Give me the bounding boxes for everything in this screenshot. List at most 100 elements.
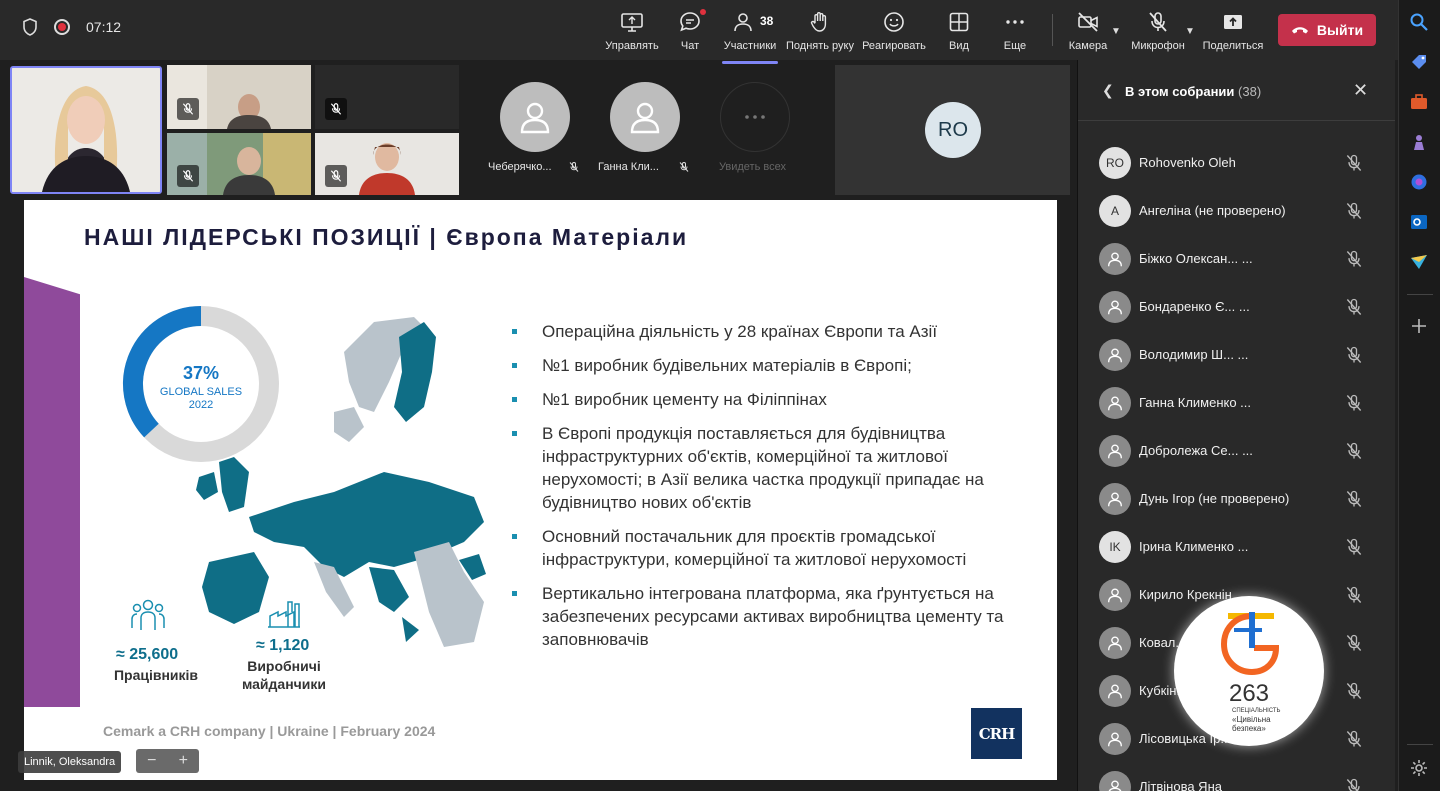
back-chevron-icon[interactable]: ❮ bbox=[1102, 82, 1114, 99]
outlook-icon[interactable] bbox=[1409, 212, 1429, 232]
participant-row[interactable]: RO Rohovenko Oleh bbox=[1078, 139, 1395, 187]
participant-row[interactable]: Дунь Ігор (не проверено) bbox=[1078, 475, 1395, 523]
factory-icon bbox=[268, 601, 300, 628]
person-avatar-icon bbox=[1099, 483, 1131, 515]
more-label: Еще bbox=[1003, 40, 1027, 52]
participant-row[interactable]: Біжко Олексан... ... bbox=[1078, 235, 1395, 283]
participant-video-tile-1[interactable] bbox=[167, 65, 311, 129]
mic-off-icon bbox=[330, 170, 342, 182]
settings-gear-icon[interactable] bbox=[1409, 758, 1429, 778]
zoom-out-button[interactable]: − bbox=[147, 752, 156, 770]
muted-badge bbox=[325, 165, 347, 187]
muted-badge bbox=[177, 165, 199, 187]
participant-row[interactable]: Ганна Клименко ... bbox=[1078, 379, 1395, 427]
mic-off-icon[interactable] bbox=[1344, 633, 1364, 653]
participant-row[interactable]: Бондаренко Є... ... bbox=[1078, 283, 1395, 331]
participant-row[interactable]: Володимир Ш... ... bbox=[1078, 331, 1395, 379]
share-screen-icon bbox=[621, 13, 643, 32]
person-avatar-icon bbox=[1099, 627, 1131, 659]
presenter-video-tile[interactable] bbox=[10, 66, 162, 194]
crh-logo: CRH bbox=[971, 708, 1022, 759]
tag-icon[interactable] bbox=[1409, 52, 1429, 72]
mic-off-icon bbox=[330, 103, 342, 115]
leave-button[interactable]: Выйти bbox=[1278, 14, 1376, 46]
mic-off-icon[interactable] bbox=[1344, 393, 1364, 413]
shield-icon[interactable] bbox=[22, 18, 38, 36]
mic-off-icon[interactable] bbox=[1344, 585, 1364, 605]
participant-name: Rohovenko Oleh bbox=[1139, 155, 1236, 170]
participant-avatar-2[interactable] bbox=[610, 82, 680, 152]
participants-label: Участники bbox=[723, 40, 777, 52]
copilot-icon[interactable] bbox=[1409, 172, 1429, 192]
mic-off-icon[interactable] bbox=[1344, 777, 1364, 791]
workers-label: Працівників bbox=[113, 667, 199, 683]
teams-meeting-window: 07:12 Управлять Чат 38 Участники Поднять… bbox=[0, 0, 1440, 791]
participant-row[interactable]: A Ангеліна (не проверено) bbox=[1078, 187, 1395, 235]
bullet-list: Операційна діяльність у 28 країнах Європ… bbox=[512, 320, 1032, 662]
share-button[interactable]: Поделиться bbox=[1199, 10, 1267, 52]
shared-slide: НАШІ ЛІДЕРСЬКІ ПОЗИЦІЇ | Європа Матеріал… bbox=[24, 200, 1057, 780]
briefcase-icon[interactable] bbox=[1409, 92, 1429, 112]
chat-notification-dot bbox=[700, 9, 706, 15]
participant-row[interactable]: Літвінова Яна bbox=[1078, 763, 1395, 791]
recording-icon bbox=[54, 19, 70, 35]
person-avatar-icon bbox=[1099, 723, 1131, 755]
camera-options-chevron-icon[interactable]: ▼ bbox=[1111, 26, 1121, 37]
see-all-button[interactable] bbox=[720, 82, 790, 152]
raise-hand-label: Поднять руку bbox=[786, 40, 854, 52]
mic-off-icon[interactable] bbox=[1344, 345, 1364, 365]
initials-avatar: A bbox=[1099, 195, 1131, 227]
zoom-control: − + bbox=[136, 749, 199, 773]
participant-name: Добролежа Се... ... bbox=[1139, 443, 1253, 458]
meeting-toolbar: 07:12 Управлять Чат 38 Участники Поднять… bbox=[0, 0, 1398, 64]
participants-button[interactable]: 38 Участники bbox=[716, 10, 784, 64]
participant-tile-ro[interactable]: RO bbox=[835, 65, 1070, 195]
participant-video-tile-4[interactable] bbox=[315, 133, 459, 195]
mic-off-icon[interactable] bbox=[1344, 489, 1364, 509]
participant-video-tile-2[interactable] bbox=[315, 65, 459, 129]
raise-hand-button[interactable]: Поднять руку bbox=[786, 10, 854, 52]
smile-icon bbox=[884, 12, 904, 32]
mic-off-icon[interactable] bbox=[1344, 537, 1364, 557]
presenter-name-tag: Linnik, Oleksandra bbox=[18, 751, 122, 773]
participant-name: Біжко Олексан... ... bbox=[1139, 251, 1253, 266]
zoom-in-button[interactable]: + bbox=[179, 752, 188, 770]
mic-off-icon[interactable] bbox=[1344, 729, 1364, 749]
mic-off-icon[interactable] bbox=[1344, 681, 1364, 701]
add-icon[interactable] bbox=[1409, 316, 1429, 336]
mic-off-icon[interactable] bbox=[1344, 297, 1364, 317]
participant-avatar-1[interactable] bbox=[500, 82, 570, 152]
person-avatar-icon bbox=[1099, 291, 1131, 323]
toolbar-divider bbox=[1052, 14, 1053, 46]
chat-icon bbox=[680, 12, 700, 32]
person-avatar-icon bbox=[1099, 771, 1131, 791]
participant-video-tile-3[interactable] bbox=[167, 133, 311, 195]
specialty-number: 263 bbox=[1228, 680, 1270, 707]
chess-piece-icon[interactable] bbox=[1409, 132, 1429, 152]
microphone-button[interactable]: Микрофон bbox=[1124, 10, 1192, 52]
paper-plane-icon[interactable] bbox=[1409, 252, 1429, 272]
specialty-logo-watermark: 263 СПЕЦІАЛЬНІСТЬ «Цивільна безпека» bbox=[1174, 596, 1324, 746]
bullet-item: Операційна діяльність у 28 країнах Європ… bbox=[512, 320, 1032, 343]
participant-name: Ірина Клименко ... bbox=[1139, 539, 1249, 554]
search-icon[interactable] bbox=[1409, 12, 1429, 32]
close-icon[interactable]: ✕ bbox=[1353, 80, 1368, 101]
react-label: Реагировать bbox=[862, 40, 926, 52]
mic-off-icon[interactable] bbox=[1344, 153, 1364, 173]
mic-off-icon[interactable] bbox=[1344, 201, 1364, 221]
react-button[interactable]: Реагировать bbox=[860, 10, 928, 52]
participant-row[interactable]: IK Ірина Клименко ... bbox=[1078, 523, 1395, 571]
more-button[interactable]: Еще bbox=[981, 10, 1049, 52]
participant-row[interactable]: Добролежа Се... ... bbox=[1078, 427, 1395, 475]
mic-off-icon[interactable] bbox=[1344, 249, 1364, 269]
europe-map-image bbox=[196, 317, 486, 647]
view-label: Вид bbox=[949, 40, 969, 52]
person-avatar-icon bbox=[1099, 243, 1131, 275]
person-icon bbox=[630, 102, 660, 134]
mic-options-chevron-icon[interactable]: ▼ bbox=[1185, 26, 1195, 37]
initials-avatar: RO bbox=[1099, 147, 1131, 179]
sites-label-line2: майданчики bbox=[241, 676, 327, 692]
chat-button[interactable]: Чат bbox=[656, 9, 724, 52]
mic-off-icon[interactable] bbox=[1344, 441, 1364, 461]
participant-name: Ганна Клименко ... bbox=[1139, 395, 1252, 410]
